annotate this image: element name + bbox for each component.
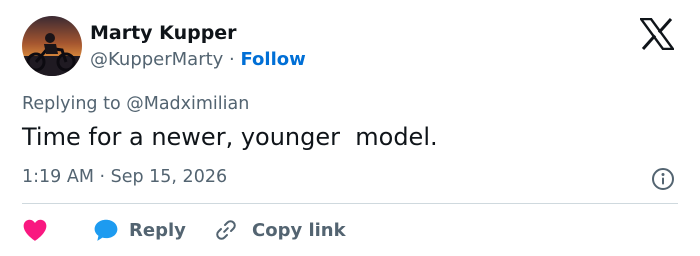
tweet-text: Time for a newer, younger model. [22, 123, 438, 151]
reply-mention-link[interactable]: @Madximilian [126, 94, 249, 114]
user-handle[interactable]: @KupperMarty [90, 49, 223, 70]
divider [22, 203, 678, 204]
follow-button[interactable]: Follow [240, 49, 305, 70]
tweet-timestamp[interactable]: 1:19 AM · Sep 15, 2026 [22, 167, 227, 187]
display-name[interactable]: Marty Kupper [90, 22, 237, 44]
reply-button[interactable]: Reply [93, 215, 186, 245]
like-button[interactable] [22, 215, 48, 245]
avatar-image [22, 16, 82, 76]
link-icon [216, 220, 236, 240]
copy-link-label: Copy link [252, 219, 346, 241]
x-logo-icon[interactable] [638, 17, 676, 51]
heart-icon [23, 219, 47, 241]
handle-row: @KupperMarty · Follow [90, 49, 306, 70]
speech-bubble-icon [94, 219, 118, 241]
info-icon[interactable] [651, 167, 675, 191]
separator-dot: · [223, 49, 241, 70]
reply-label: Reply [129, 219, 186, 241]
copy-link-button[interactable]: Copy link [214, 215, 346, 245]
replying-prefix: Replying to [22, 94, 127, 114]
replying-to: Replying to @Madximilian [22, 94, 249, 114]
avatar[interactable] [22, 16, 82, 76]
